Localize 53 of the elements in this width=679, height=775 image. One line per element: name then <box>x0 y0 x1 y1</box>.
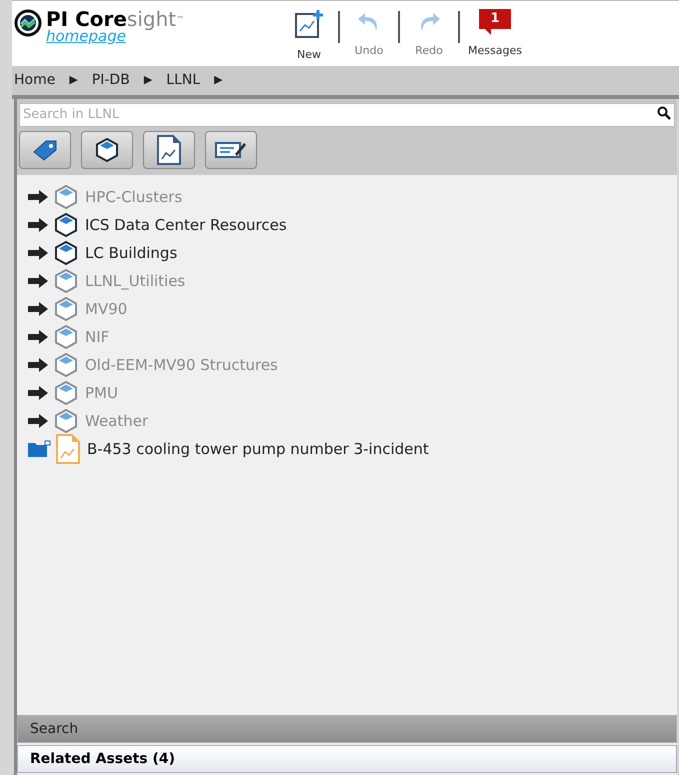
element-filter-button[interactable] <box>81 131 133 169</box>
tree-item[interactable]: MV90 <box>85 298 128 320</box>
cube-icon <box>53 184 79 210</box>
tree-item[interactable]: PMU <box>85 382 118 404</box>
arrow-icon <box>27 386 49 400</box>
homepage-link[interactable]: homepage <box>46 29 184 44</box>
panel-header[interactable]: Search <box>17 715 677 743</box>
search-field[interactable]: Search in LLNL <box>19 102 675 126</box>
panel-header[interactable]: Related Assets (4) <box>17 745 677 773</box>
arrow-icon <box>27 358 49 372</box>
cube-icon <box>53 296 79 322</box>
messages-button[interactable]: 1 Messages <box>460 9 530 60</box>
cube-icon <box>53 240 79 266</box>
cube-icon <box>53 324 79 350</box>
tag-icon <box>32 139 58 161</box>
cube-icon <box>53 380 79 406</box>
tree-item[interactable]: Old-EEM-MV90 Structures <box>85 354 278 376</box>
arrow-icon <box>27 190 49 204</box>
cube-icon <box>53 352 79 378</box>
new-chart-icon <box>294 9 324 39</box>
tree-item[interactable]: HPC-Clusters <box>85 186 182 208</box>
breadcrumb-link[interactable]: Home <box>14 70 56 91</box>
cube-icon <box>53 268 79 294</box>
tree-item[interactable]: NIF <box>85 326 110 348</box>
arrow-icon <box>27 218 49 232</box>
tree-item[interactable]: ICS Data Center Resources <box>85 214 287 236</box>
edit-form-icon <box>215 140 247 160</box>
arrow-icon <box>27 246 49 260</box>
chart-document-icon <box>156 135 182 165</box>
breadcrumb-link[interactable]: PI-DB <box>92 70 130 91</box>
breadcrumb-link[interactable]: LLNL <box>166 70 200 91</box>
breadcrumb-separator: ▶ <box>144 72 152 88</box>
arrow-icon <box>27 414 49 428</box>
breadcrumb-separator: ▶ <box>69 72 78 88</box>
cube-icon <box>53 408 79 434</box>
search-icon <box>657 106 671 120</box>
new-button[interactable]: New <box>280 9 338 64</box>
arrow-icon <box>27 274 49 288</box>
display-filter-button[interactable] <box>143 131 195 169</box>
tree-item[interactable]: B-453 cooling tower pump number 3-incident <box>87 438 429 460</box>
tree-item[interactable]: LLNL_Utilities <box>85 270 186 292</box>
edit-filter-button[interactable] <box>205 131 257 169</box>
cube-icon <box>53 212 79 238</box>
tag-filter-button[interactable] <box>19 131 71 169</box>
arrow-icon <box>27 302 49 316</box>
logo-text: PI Coresight$^{™}$ <box>46 9 184 29</box>
folder-icon <box>27 440 51 458</box>
breadcrumb-separator: ▶ <box>214 72 223 88</box>
arrow-icon <box>27 330 49 344</box>
tree-item[interactable]: Weather <box>85 410 148 432</box>
cube-icon <box>94 137 120 163</box>
chart-document-icon <box>55 434 81 464</box>
tree-item[interactable]: LC Buildings <box>85 242 178 264</box>
